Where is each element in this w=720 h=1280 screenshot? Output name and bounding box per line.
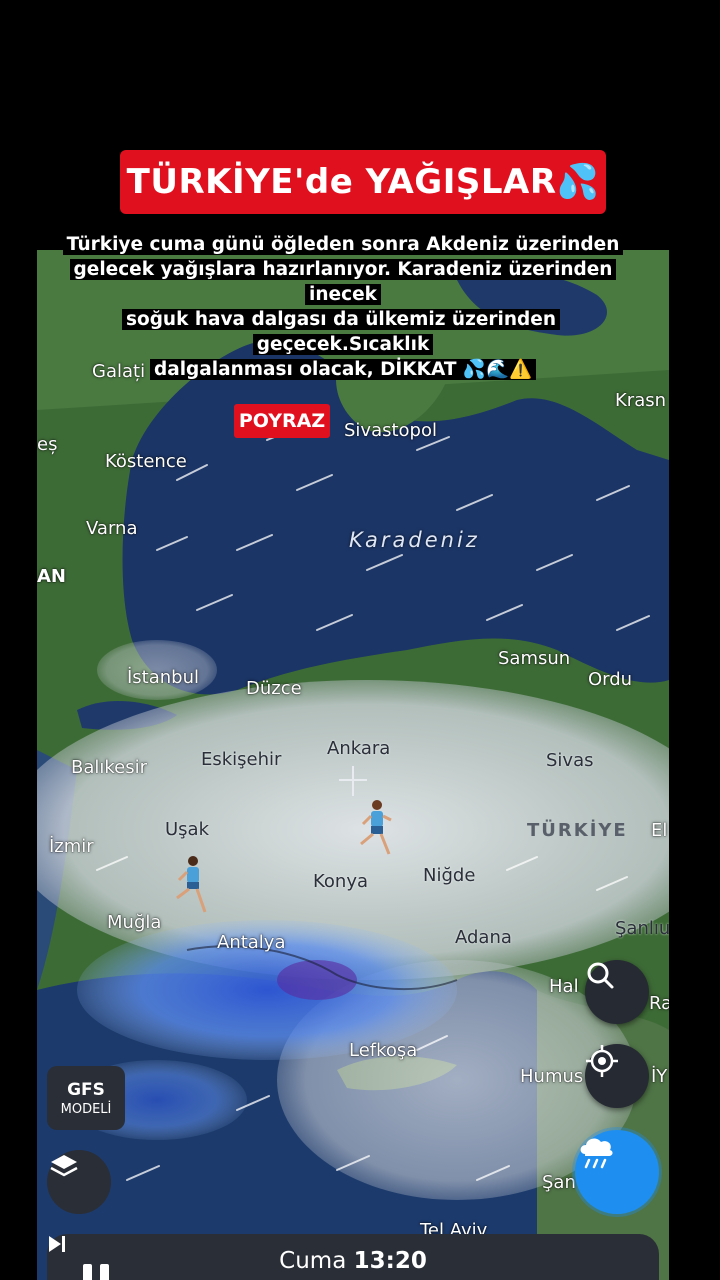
- model-name: GFS: [67, 1079, 105, 1100]
- city-sanliurfa: Şanlıu: [615, 918, 669, 939]
- city-hal: Hal: [549, 976, 579, 997]
- search-button[interactable]: [585, 960, 649, 1024]
- country-label: TÜRKİYE: [527, 820, 628, 841]
- weather-map[interactable]: POYRAZ Karadeniz TÜRKİYE Galați Krasn eș…: [37, 250, 669, 1280]
- city-sivastopol: Sivastopol: [344, 420, 437, 441]
- rain-icon: [580, 1138, 613, 1169]
- caption: Türkiye cuma günü öğleden sonra Akdeniz …: [36, 232, 650, 382]
- city-mugla: Muğla: [107, 912, 162, 933]
- city-konya: Konya: [313, 871, 369, 892]
- pause-button[interactable]: [83, 1264, 113, 1280]
- poyraz-badge: POYRAZ: [234, 404, 330, 438]
- city-el: El: [651, 820, 668, 841]
- day-label: Cuma: [279, 1248, 347, 1274]
- runner-sticker-1: [360, 800, 392, 855]
- layers-icon: [50, 1155, 78, 1177]
- city-istanbul: İstanbul: [127, 667, 200, 688]
- caption-line-4: dalgalanması olacak, DİKKAT 💦🌊⚠️: [149, 359, 537, 380]
- city-usak: Uşak: [165, 819, 210, 840]
- city-nigde: Niğde: [423, 865, 476, 886]
- city-izmir: İzmir: [49, 836, 94, 857]
- precipitation-button[interactable]: [575, 1130, 659, 1214]
- caption-line-2: gelecek yağışlara hazırlanıyor. Karadeni…: [69, 259, 617, 305]
- city-es: eș: [37, 434, 58, 455]
- city-ordu: Ordu: [588, 669, 633, 690]
- caption-line-1: Türkiye cuma günü öğleden sonra Akdeniz …: [62, 234, 624, 255]
- runner-sticker-2: [176, 856, 207, 913]
- city-duzce: Düzce: [246, 678, 302, 699]
- city-iy: İY: [651, 1066, 668, 1087]
- search-icon: [587, 962, 614, 989]
- sea-label: Karadeniz: [349, 528, 480, 552]
- city-humus: Humus: [520, 1066, 584, 1087]
- city-krasn: Krasn: [615, 390, 667, 411]
- model-subtitle: MODELİ: [60, 1101, 112, 1117]
- locate-button[interactable]: [585, 1044, 649, 1108]
- model-selector-button[interactable]: GFS MODELİ: [47, 1066, 125, 1130]
- city-antalya: Antalya: [217, 932, 286, 953]
- city-sivas: Sivas: [546, 750, 594, 771]
- city-ankara: Ankara: [327, 738, 391, 759]
- skip-icon[interactable]: [47, 1234, 67, 1254]
- city-san: Şan: [542, 1172, 576, 1193]
- caption-line-3: soğuk hava dalgası da ülkemiz üzerinden …: [121, 309, 561, 355]
- city-kostence: Köstence: [105, 451, 187, 472]
- title-banner: TÜRKİYE'de YAĞIŞLAR💦: [120, 150, 606, 214]
- title-text: TÜRKİYE'de YAĞIŞLAR💦: [126, 162, 600, 202]
- time-label: Cuma 13:20: [47, 1248, 659, 1274]
- city-samsun: Samsun: [498, 648, 571, 669]
- city-an: AN: [37, 566, 66, 587]
- city-varna: Varna: [86, 518, 138, 539]
- locate-icon: [586, 1045, 618, 1077]
- pause-icon: [83, 1264, 92, 1280]
- city-lefkosa: Lefkoşa: [349, 1040, 418, 1061]
- city-balikesir: Balıkesir: [71, 757, 148, 778]
- pause-icon-bar: [100, 1264, 109, 1280]
- layers-button[interactable]: [47, 1150, 111, 1214]
- city-ra: Ra: [649, 993, 669, 1014]
- city-eskisehir: Eskişehir: [201, 749, 282, 770]
- time-value: 13:20: [353, 1248, 427, 1274]
- time-bar[interactable]: Cuma 13:20: [47, 1234, 659, 1280]
- city-adana: Adana: [455, 927, 512, 948]
